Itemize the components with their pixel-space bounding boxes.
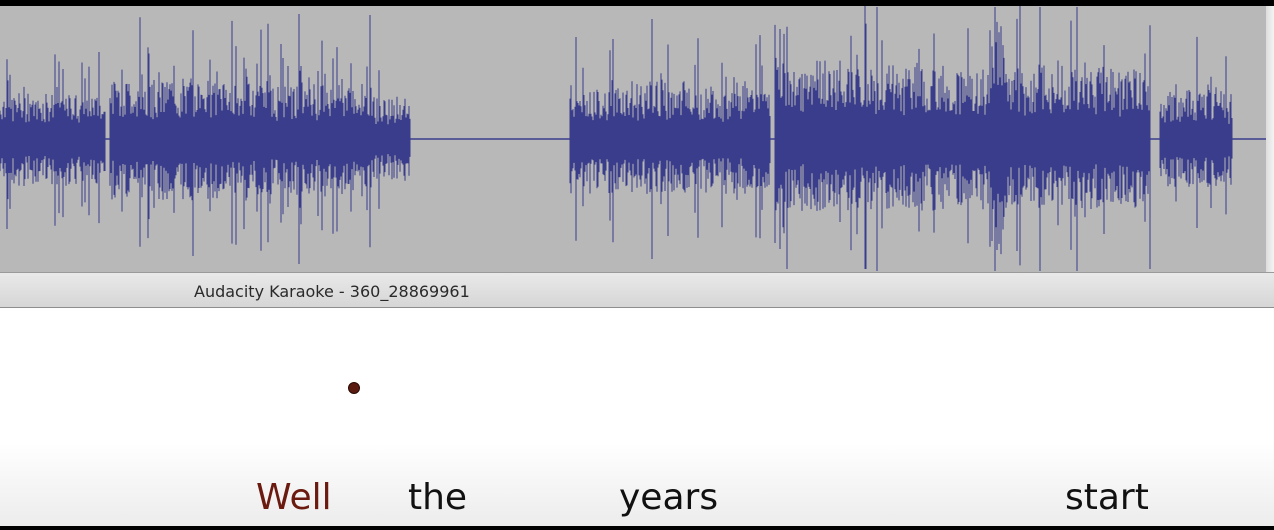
karaoke-window-title-bar[interactable]: Audacity Karaoke - 360_28869961 bbox=[0, 272, 1274, 308]
karaoke-panel: Well the years start bbox=[0, 308, 1274, 526]
bouncing-ball-icon bbox=[348, 382, 360, 394]
lyric-word-3: years bbox=[619, 477, 719, 518]
window-right-edge bbox=[1266, 6, 1274, 272]
waveform-graph bbox=[0, 6, 1266, 271]
window-title: Audacity Karaoke - 360_28869961 bbox=[194, 282, 470, 301]
lyric-word-1: Well bbox=[256, 477, 332, 518]
waveform-samples bbox=[0, 6, 1233, 271]
window-bottom-border bbox=[0, 526, 1274, 530]
lyric-word-2: the bbox=[408, 477, 468, 518]
audio-waveform[interactable] bbox=[0, 6, 1266, 272]
lyric-word-4: start bbox=[1065, 477, 1149, 518]
